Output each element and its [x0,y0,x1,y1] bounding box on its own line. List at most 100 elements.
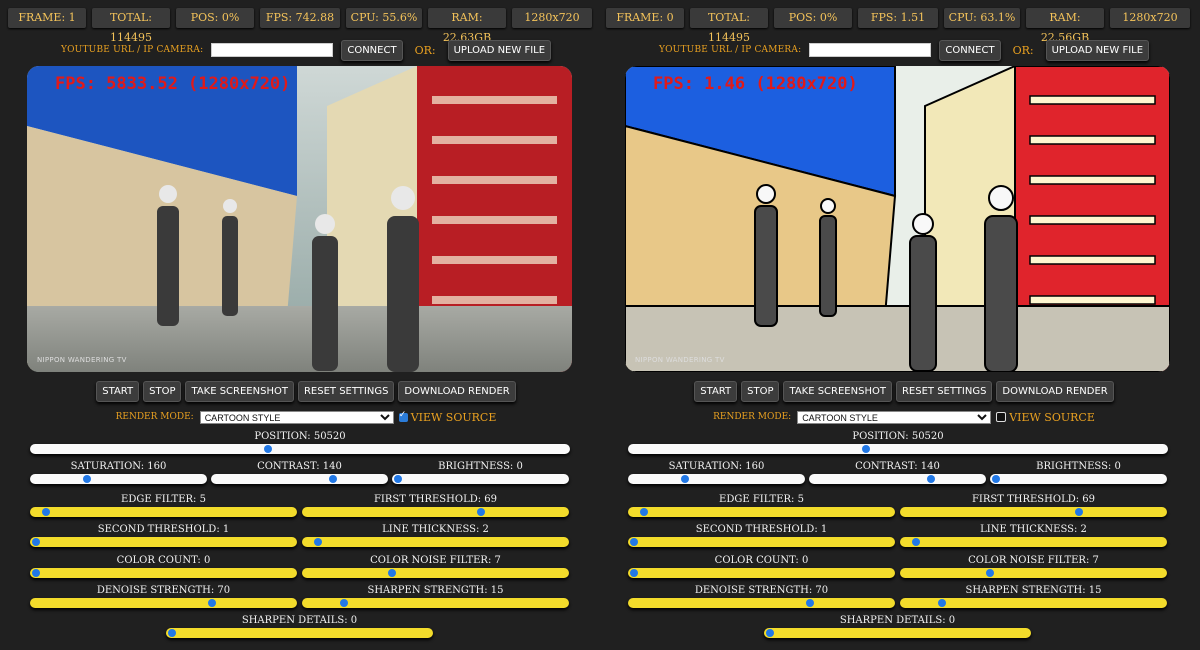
stat-cpu: CPU: 55.6% [346,8,422,28]
url-input[interactable] [211,43,334,57]
url-row: YOUTUBE URL / IP CAMERA: CONNECT OR: UPL… [20,39,592,61]
contrast-slider[interactable] [809,474,986,484]
sharpen-details-slider[interactable] [764,628,1031,638]
second-threshold-slider-thumb[interactable] [32,538,40,546]
stat-total: TOTAL: 114495 [92,8,170,44]
color-count-slider[interactable] [30,568,297,578]
color-noise-filter-slider[interactable] [302,568,569,578]
sharpen-details-slider-thumb[interactable] [168,629,176,637]
contrast-slider[interactable] [211,474,388,484]
watermark: NIPPON WANDERING TV [37,356,127,364]
sharpen-strength-label: SHARPEN STRENGTH: 15 [367,585,504,596]
contrast-slider-thumb[interactable] [926,475,935,483]
color-count-slider-thumb[interactable] [32,569,40,577]
sharpen-strength-slider[interactable] [900,598,1167,608]
render-mode-select[interactable]: CARTOON STYLE [797,410,992,424]
denoise-strength-slider[interactable] [628,598,895,608]
position-slider-thumb[interactable] [264,445,273,453]
line-thickness-slider[interactable] [900,537,1167,547]
start-button[interactable]: START [96,381,140,402]
denoise-strength-slider-thumb[interactable] [805,599,814,607]
render-mode-select[interactable]: CARTOON STYLE [199,410,394,424]
reset-settings-button[interactable]: RESET SETTINGS [297,381,395,402]
edge-filter-slider[interactable] [628,507,895,517]
saturation-label: SATURATION: 160 [668,461,765,472]
saturation-slider-thumb[interactable] [681,475,690,483]
control-buttons: START STOP TAKE SCREENSHOT RESET SETTING… [618,381,1190,402]
color-noise-filter-label: COLOR NOISE FILTER: 7 [968,555,1099,566]
color-noise-filter-slider-thumb[interactable] [388,569,397,577]
fps-overlay: FPS: 1.46 (1280x720) [653,74,858,94]
url-input[interactable] [809,43,932,57]
sharpen-strength-slider[interactable] [302,598,569,608]
brightness-slider-thumb[interactable] [992,475,1000,483]
watermark: NIPPON WANDERING TV [635,356,725,364]
brightness-slider-thumb[interactable] [394,475,402,483]
position-slider-thumb[interactable] [862,445,871,453]
position-slider[interactable] [628,444,1168,454]
contrast-label: CONTRAST: 140 [855,461,940,472]
stop-button[interactable]: STOP [143,381,182,402]
brightness-slider[interactable] [392,474,569,484]
line-thickness-label: LINE THICKNESS: 2 [382,524,489,535]
line-thickness-slider[interactable] [302,537,569,547]
stat-position: POS: 0% [774,8,852,28]
first-threshold-slider[interactable] [900,507,1167,517]
edge-filter-slider-thumb[interactable] [42,508,51,516]
connect-button[interactable]: CONNECT [341,39,403,61]
start-button[interactable]: START [694,381,738,402]
saturation-slider[interactable] [30,474,207,484]
color-noise-filter-slider[interactable] [900,568,1167,578]
color-count-slider[interactable] [628,568,895,578]
reset-settings-button[interactable]: RESET SETTINGS [895,381,993,402]
color-count-label: COLOR COUNT: 0 [714,555,809,566]
line-thickness-slider-thumb[interactable] [314,538,323,546]
denoise-strength-slider[interactable] [30,598,297,608]
second-threshold-slider[interactable] [30,537,297,547]
sharpen-strength-slider-thumb[interactable] [937,599,946,607]
position-label: POSITION: 50520 [852,431,944,442]
saturation-slider[interactable] [628,474,805,484]
take-screenshot-button[interactable]: TAKE SCREENSHOT [783,381,892,402]
upload-file-button[interactable]: UPLOAD NEW FILE [447,39,552,61]
first-threshold-slider-thumb[interactable] [477,508,486,516]
color-count-slider-thumb[interactable] [630,569,638,577]
stop-button[interactable]: STOP [741,381,780,402]
second-threshold-slider[interactable] [628,537,895,547]
position-label: POSITION: 50520 [254,431,346,442]
saturation-slider-thumb[interactable] [83,475,92,483]
first-threshold-label: FIRST THRESHOLD: 69 [971,494,1096,505]
url-label: YOUTUBE URL / IP CAMERA: [60,45,204,55]
sharpen-strength-slider-thumb[interactable] [339,599,348,607]
video-scene-cartoon [625,66,1170,372]
view-source-checkbox[interactable] [398,410,408,422]
stat-frame: FRAME: 1 [8,8,86,28]
color-noise-filter-slider-thumb[interactable] [986,569,995,577]
edge-filter-slider[interactable] [30,507,297,517]
first-threshold-slider[interactable] [302,507,569,517]
denoise-strength-slider-thumb[interactable] [207,599,216,607]
sharpen-details-slider[interactable] [166,628,433,638]
take-screenshot-button[interactable]: TAKE SCREENSHOT [185,381,294,402]
fps-overlay: FPS: 5833.52 (1280x720) [55,74,291,94]
connect-button[interactable]: CONNECT [939,39,1001,61]
contrast-slider-thumb[interactable] [328,475,337,483]
first-threshold-slider-thumb[interactable] [1075,508,1084,516]
sharpen-details-slider-thumb[interactable] [766,629,774,637]
edge-filter-slider-thumb[interactable] [640,508,649,516]
second-threshold-slider-thumb[interactable] [630,538,638,546]
color-noise-filter-label: COLOR NOISE FILTER: 7 [370,555,501,566]
second-threshold-label: SECOND THRESHOLD: 1 [695,524,828,535]
line-thickness-slider-thumb[interactable] [912,538,921,546]
brightness-slider[interactable] [990,474,1167,484]
download-render-button[interactable]: DOWNLOAD RENDER [398,381,516,402]
view-source-checkbox[interactable] [996,412,1007,422]
stat-resolution: 1280x720 [512,8,592,28]
download-render-button[interactable]: DOWNLOAD RENDER [996,381,1114,402]
upload-file-button[interactable]: UPLOAD NEW FILE [1045,39,1150,61]
edge-filter-label: EDGE FILTER: 5 [121,494,206,505]
render-mode-row: RENDER MODE: CARTOON STYLE VIEW SOURCE [20,410,592,424]
position-slider[interactable] [30,444,570,454]
saturation-label: SATURATION: 160 [70,461,167,472]
edge-filter-label: EDGE FILTER: 5 [719,494,804,505]
